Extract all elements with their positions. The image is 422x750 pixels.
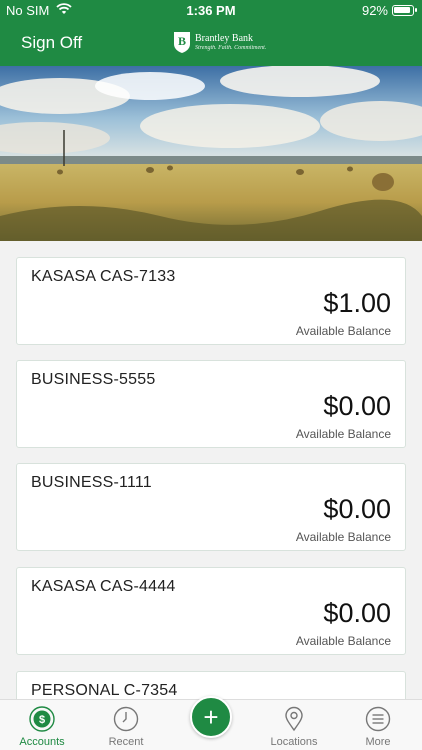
tab-label: More: [365, 736, 391, 748]
account-name: KASASA CAS-4444: [31, 578, 176, 595]
header-bar: No SIM 1:36 PM 92% Sign Off B Brantley B…: [0, 0, 422, 66]
account-balance: $1.00: [323, 288, 391, 318]
clock-icon: [113, 706, 139, 732]
account-card[interactable]: BUSINESS-5555 $0.00 Available Balance: [16, 360, 406, 448]
shield-icon: B: [174, 32, 190, 53]
tab-more[interactable]: More: [342, 700, 414, 750]
map-pin-icon: [285, 706, 303, 732]
account-card[interactable]: PERSONAL C-7354: [16, 671, 406, 699]
balance-caption: Available Balance: [295, 427, 391, 441]
status-time: 1:36 PM: [186, 3, 236, 18]
dollar-circle-icon: $: [29, 706, 55, 732]
bank-logo: B Brantley Bank Strength. Faith. Commitm…: [173, 30, 266, 56]
tab-label: Recent: [108, 736, 144, 748]
balance-caption: Available Balance: [295, 634, 391, 648]
tab-label: Locations: [270, 736, 318, 748]
bank-tagline: Strength. Faith. Commitment.: [195, 45, 267, 51]
battery-percent: 92%: [361, 3, 388, 18]
account-list: KASASA CAS-7133 $1.00 Available Balance …: [0, 241, 422, 699]
hero-image: [0, 66, 422, 241]
sign-off-button[interactable]: Sign Off: [21, 33, 82, 53]
account-card[interactable]: BUSINESS-1111 $0.00 Available Balance: [16, 463, 406, 551]
status-bar: No SIM 1:36 PM 92%: [0, 0, 422, 22]
account-balance: $0.00: [323, 494, 391, 524]
tab-label: Accounts: [19, 736, 65, 748]
tab-recent[interactable]: Recent: [90, 700, 162, 750]
bank-name: Brantley Bank: [195, 33, 254, 44]
tab-locations[interactable]: Locations: [258, 700, 330, 750]
tab-accounts[interactable]: $ Accounts: [6, 700, 78, 750]
balance-caption: Available Balance: [295, 324, 391, 338]
account-balance: $0.00: [323, 391, 391, 421]
logo-letter: B: [178, 34, 186, 48]
battery-icon: [392, 5, 417, 16]
account-card[interactable]: KASASA CAS-7133 $1.00 Available Balance: [16, 257, 406, 345]
account-balance: $0.00: [323, 598, 391, 628]
account-name: BUSINESS-1111: [31, 474, 152, 491]
svg-text:$: $: [39, 714, 45, 726]
add-button[interactable]: +: [190, 696, 232, 738]
account-card[interactable]: KASASA CAS-4444 $0.00 Available Balance: [16, 567, 406, 655]
menu-icon: [365, 706, 391, 732]
account-name: KASASA CAS-7133: [31, 268, 176, 285]
account-name: PERSONAL C-7354: [31, 682, 178, 699]
plus-icon: +: [203, 702, 219, 732]
account-name: BUSINESS-5555: [31, 371, 156, 388]
balance-caption: Available Balance: [295, 530, 391, 544]
